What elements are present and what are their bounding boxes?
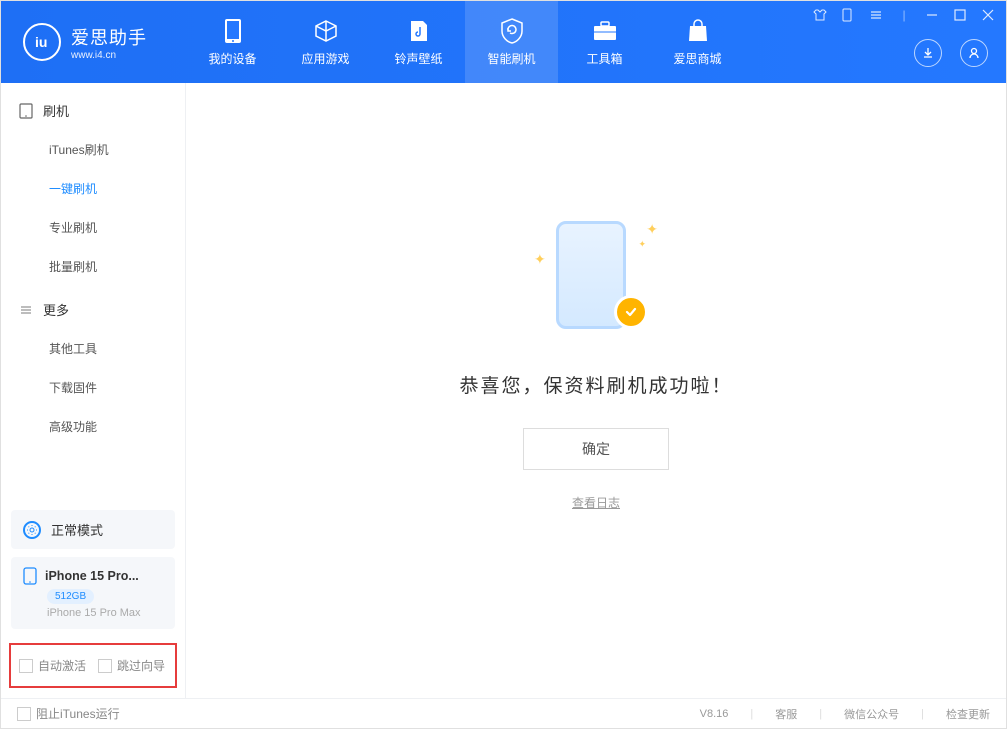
device-mode-box[interactable]: 正常模式 [11, 510, 175, 549]
mode-label: 正常模式 [51, 520, 103, 539]
success-title: 恭喜您，保资料刷机成功啦！ [459, 371, 732, 398]
block-itunes-checkbox[interactable]: 阻止iTunes运行 [17, 705, 120, 722]
sidebar-item-other-tools[interactable]: 其他工具 [1, 329, 185, 368]
nav-smart-flash[interactable]: 智能刷机 [465, 1, 558, 83]
success-illustration: ✦ ✦ ✦ [526, 211, 666, 341]
download-button[interactable] [914, 39, 942, 67]
app-url: www.i4.cn [71, 50, 147, 61]
user-button[interactable] [960, 39, 988, 67]
nav-apps-games[interactable]: 应用游戏 [279, 1, 372, 83]
sidebar-item-batch-flash[interactable]: 批量刷机 [1, 247, 185, 286]
auto-activate-checkbox[interactable]: 自动激活 [19, 657, 86, 674]
separator: | [896, 7, 912, 23]
shield-refresh-icon [499, 18, 525, 44]
sidebar-item-itunes-flash[interactable]: iTunes刷机 [1, 130, 185, 169]
nav-label: 应用游戏 [301, 50, 349, 67]
checkbox-icon [98, 659, 112, 673]
app-logo-icon: iu [23, 23, 61, 61]
separator: | [921, 708, 924, 720]
footer: 阻止iTunes运行 V8.16 | 客服 | 微信公众号 | 检查更新 [1, 698, 1006, 728]
sidebar-item-advanced[interactable]: 高级功能 [1, 407, 185, 446]
view-log-link[interactable]: 查看日志 [572, 494, 620, 511]
sidebar-item-pro-flash[interactable]: 专业刷机 [1, 208, 185, 247]
checkbox-icon [19, 659, 33, 673]
close-icon[interactable] [980, 7, 996, 23]
tablet-icon [19, 103, 33, 119]
device-name: iPhone 15 Pro... [45, 569, 139, 583]
support-link[interactable]: 客服 [775, 706, 797, 722]
device-info-box[interactable]: iPhone 15 Pro... 512GB iPhone 15 Pro Max [11, 557, 175, 629]
main-panel: ✦ ✦ ✦ 恭喜您，保资料刷机成功啦！ 确定 查看日志 [186, 83, 1006, 698]
app-name: 爱思助手 [71, 24, 147, 50]
nav-label: 爱思商城 [673, 50, 721, 67]
more-icon [19, 303, 33, 317]
skip-guide-checkbox[interactable]: 跳过向导 [98, 657, 165, 674]
skin-icon[interactable] [812, 7, 828, 23]
nav-label: 我的设备 [208, 50, 256, 67]
nav-label: 铃声壁纸 [394, 50, 442, 67]
nav-ringtone-wallpaper[interactable]: 铃声壁纸 [372, 1, 465, 83]
cube-icon [313, 18, 339, 44]
group-label: 更多 [43, 300, 69, 319]
flash-options-box: 自动激活 跳过向导 [9, 643, 177, 688]
separator: | [750, 708, 753, 720]
nav-my-device[interactable]: 我的设备 [186, 1, 279, 83]
music-file-icon [406, 18, 432, 44]
nav-toolbox[interactable]: 工具箱 [558, 1, 651, 83]
nav-store[interactable]: 爱思商城 [651, 1, 744, 83]
phone-icon [23, 567, 37, 585]
wechat-link[interactable]: 微信公众号 [844, 706, 899, 722]
feedback-icon[interactable] [840, 7, 856, 23]
window-controls: | [812, 7, 996, 23]
minimize-icon[interactable] [924, 7, 940, 23]
svg-text:iu: iu [35, 34, 47, 50]
check-icon [614, 295, 648, 329]
sidebar-item-download-firmware[interactable]: 下载固件 [1, 368, 185, 407]
content: 刷机 iTunes刷机 一键刷机 专业刷机 批量刷机 更多 其他工具 下载固件 … [1, 83, 1006, 698]
storage-badge: 512GB [47, 589, 94, 604]
checkbox-icon [17, 707, 31, 721]
sidebar: 刷机 iTunes刷机 一键刷机 专业刷机 批量刷机 更多 其他工具 下载固件 … [1, 83, 186, 698]
nav-label: 工具箱 [586, 50, 622, 67]
toolbox-icon [592, 18, 618, 44]
device-model: iPhone 15 Pro Max [47, 607, 163, 619]
bag-icon [685, 18, 711, 44]
gear-icon [23, 521, 41, 539]
separator: | [819, 708, 822, 720]
device-icon [220, 18, 246, 44]
sidebar-group-flash[interactable]: 刷机 [1, 87, 185, 130]
nav-label: 智能刷机 [487, 50, 535, 67]
maximize-icon[interactable] [952, 7, 968, 23]
checkbox-label: 阻止iTunes运行 [36, 705, 120, 722]
checkbox-label: 自动激活 [38, 657, 86, 674]
header: iu 爱思助手 www.i4.cn 我的设备 应用游戏 铃声壁纸 [1, 1, 1006, 83]
group-label: 刷机 [43, 101, 69, 120]
sidebar-group-more[interactable]: 更多 [1, 286, 185, 329]
ok-button[interactable]: 确定 [523, 428, 669, 470]
header-right [914, 39, 988, 67]
check-update-link[interactable]: 检查更新 [946, 706, 990, 722]
logo-area: iu 爱思助手 www.i4.cn [1, 1, 186, 83]
version-label: V8.16 [700, 708, 729, 720]
menu-icon[interactable] [868, 7, 884, 23]
checkbox-label: 跳过向导 [117, 657, 165, 674]
sidebar-item-oneclick-flash[interactable]: 一键刷机 [1, 169, 185, 208]
